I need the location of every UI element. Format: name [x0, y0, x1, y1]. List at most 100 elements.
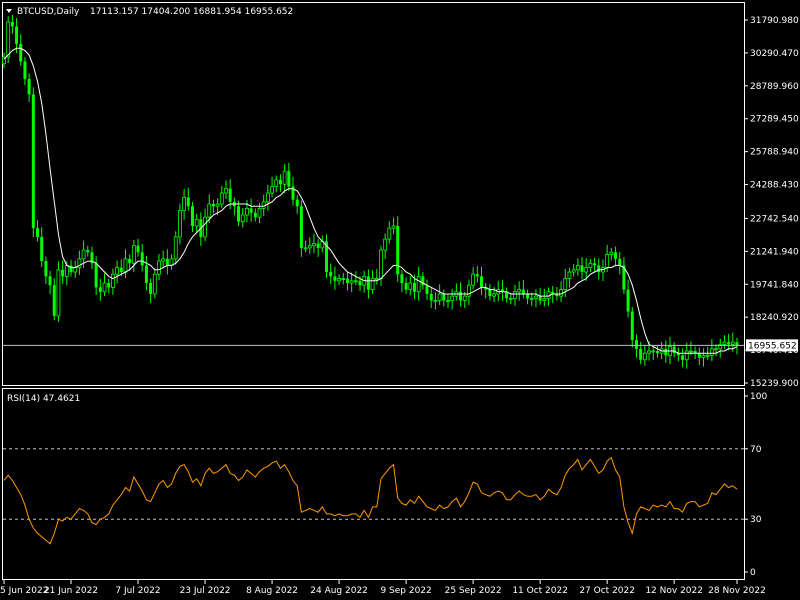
triangle-down-icon[interactable]	[6, 9, 12, 13]
candle-body-bear	[36, 228, 40, 237]
time-tick-label: 7 Jul 2022	[115, 586, 160, 596]
grid-layer	[3, 448, 744, 520]
candle-body-bull	[274, 179, 279, 187]
candle-body-bull	[303, 247, 308, 250]
candle-body-bear	[697, 353, 701, 358]
candle-body-bear	[672, 346, 676, 354]
candle-body-bear	[31, 94, 35, 229]
candle-body-bull	[374, 278, 379, 281]
rsi-axis: 100 70 30 0	[744, 392, 767, 578]
candle-body-bear	[278, 179, 282, 185]
candle-body-bear	[396, 225, 400, 275]
candle-body-bear	[69, 265, 73, 273]
time-tick-label: 23 Jul 2022	[180, 586, 231, 596]
time-tick-label: 12 Nov 2022	[645, 586, 703, 596]
candle-body-bear	[149, 282, 153, 294]
time-tick-label: 5 Jun 2022	[0, 586, 48, 596]
candle-body-bull	[370, 278, 375, 290]
price-tick-label: 21241.940	[750, 247, 799, 257]
candle-body-bull	[307, 245, 312, 249]
candle-body-bear	[475, 274, 479, 277]
candle-body-bull	[534, 295, 538, 299]
candle-body-bull	[508, 297, 513, 300]
price-tick-label: 30290.470	[750, 49, 799, 59]
candle-body-bear	[107, 282, 111, 288]
candle-body-bull	[651, 350, 656, 353]
candle-body-bull	[391, 225, 396, 229]
candle-body-bear	[639, 348, 643, 360]
candle-body-bear	[52, 285, 56, 316]
candle-body-bear	[655, 350, 659, 354]
candle-body-bull	[178, 210, 182, 238]
candle-body-bull	[705, 354, 710, 357]
candle-body-bear	[634, 340, 638, 349]
candle-body-bull	[341, 278, 346, 281]
candle-body-bull	[115, 267, 119, 275]
candle-body-bull	[161, 258, 166, 262]
candle-body-bull	[647, 350, 651, 354]
time-tick-label: 25 Sep 2022	[445, 586, 502, 596]
rsi-label: RSI(14) 47.4621	[7, 394, 80, 404]
candle-body-bear	[630, 311, 634, 341]
candle-body-bull	[513, 291, 517, 299]
candle-body-bear	[44, 261, 48, 277]
candle-body-bull	[416, 276, 421, 293]
candle-body-bear	[626, 289, 630, 312]
candle-body-bear	[15, 26, 19, 44]
candle-body-bear	[19, 43, 23, 62]
candle-body-bull	[408, 282, 413, 290]
candle-body-bull	[492, 293, 496, 297]
time-axis: 5 Jun 202221 Jun 2022 7 Jul 2022 23 Jul 20…	[0, 580, 766, 596]
current-price-label: 16955.652	[748, 341, 797, 351]
candle-body-bull	[584, 267, 589, 273]
rsi-tick-label: 100	[750, 392, 767, 402]
candle-body-bull	[684, 350, 689, 361]
rsi-tick-label: 30	[750, 515, 762, 525]
candle-body-bull	[571, 269, 576, 273]
candle-body-bull	[173, 236, 178, 260]
candle-body-bear	[165, 258, 169, 266]
trading-chart[interactable]: 31790.980 30290.470 28789.960 27289.450 2578…	[0, 0, 800, 600]
candle-body-bull	[462, 295, 467, 301]
candle-body-bull	[270, 186, 274, 194]
candle-body-bear	[237, 206, 241, 222]
candle-body-bear	[727, 342, 731, 345]
rsi-series	[3, 456, 738, 545]
candle-body-bull	[446, 300, 450, 302]
candle-body-bull	[56, 269, 61, 317]
candle-body-bear	[597, 265, 601, 273]
candle-body-bull	[722, 341, 727, 345]
candle-body-bull	[215, 203, 220, 207]
candle-body-bear	[681, 355, 685, 360]
candle-body-bull	[73, 267, 78, 273]
candle-body-bear	[295, 199, 299, 207]
candle-body-bear	[429, 293, 433, 301]
candle-body-bear	[459, 291, 463, 301]
candle-body-bear	[412, 282, 416, 292]
candle-body-bear	[140, 252, 144, 266]
candle-body-bull	[182, 197, 187, 212]
candle-body-bull	[152, 273, 157, 295]
candle-body-bear	[186, 197, 190, 207]
candle-body-bear	[287, 171, 291, 187]
candle-body-bear	[128, 258, 132, 264]
time-tick-label: 21 Jun 2022	[44, 586, 98, 596]
candle-body-bear	[538, 296, 542, 301]
candle-body-bear	[253, 212, 257, 218]
candle-body-bear	[333, 276, 337, 281]
candle-body-bull	[312, 243, 316, 247]
candle-body-bull	[559, 289, 563, 297]
price-tick-label: 31790.980	[750, 16, 799, 26]
candle-body-bull	[224, 188, 228, 194]
candle-body-bull	[567, 271, 572, 280]
candle-body-bull	[379, 249, 383, 280]
candle-body-bull	[353, 280, 358, 283]
candle-body-bear	[479, 276, 483, 288]
rsi-tick-label: 0	[750, 568, 756, 578]
candle-body-bull	[111, 273, 115, 288]
candle-body-bear	[249, 208, 253, 213]
candle-body-bear	[442, 293, 446, 301]
candle-body-bear	[526, 293, 530, 299]
candle-body-bull	[575, 265, 580, 271]
candle-body-bull	[605, 254, 610, 269]
